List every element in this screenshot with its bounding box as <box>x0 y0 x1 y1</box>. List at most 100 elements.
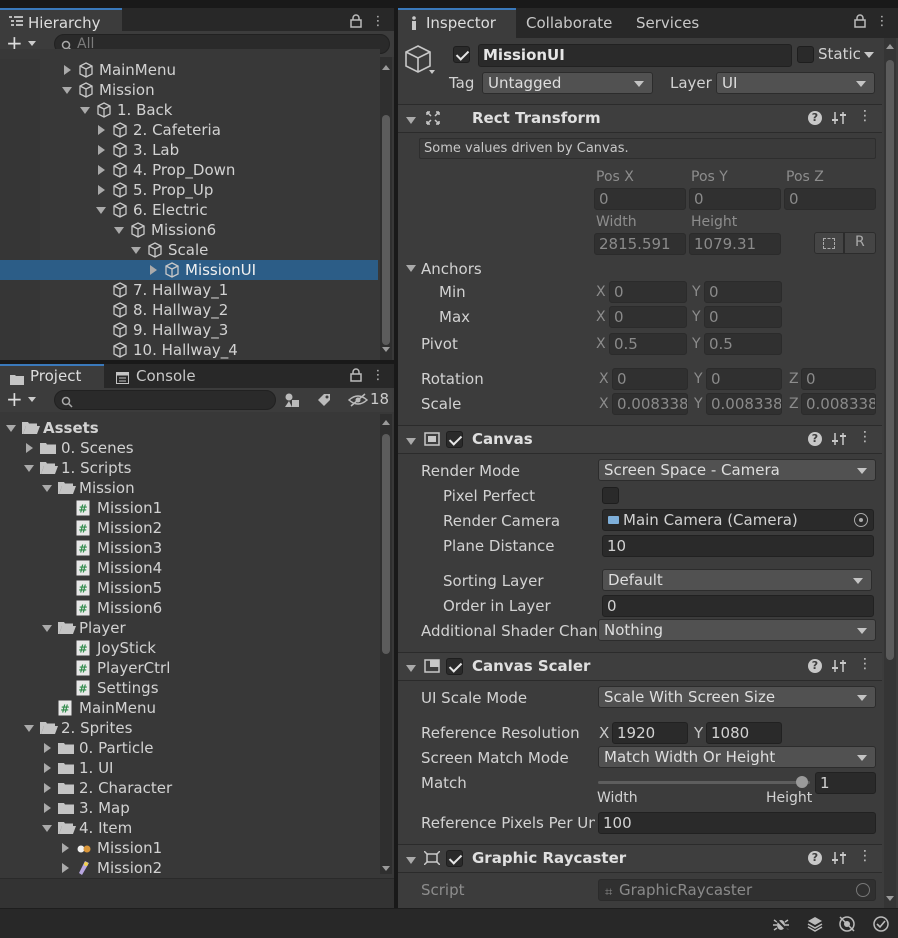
pixel-perfect-checkbox[interactable] <box>602 487 619 504</box>
collapse-arrow[interactable] <box>42 485 52 492</box>
match-slider-thumb[interactable] <box>796 776 808 788</box>
component-menu-icon[interactable]: ⋮ <box>858 108 872 124</box>
ref-res-x-field[interactable]: 1920 <box>612 722 688 744</box>
expand-arrow[interactable] <box>44 783 51 793</box>
collapse-arrow[interactable] <box>62 87 72 94</box>
project-item[interactable]: 1. UI <box>0 758 378 778</box>
expand-arrow[interactable] <box>98 125 105 135</box>
render-camera-field[interactable]: Main Camera (Camera) <box>602 509 874 531</box>
check-circle-icon[interactable] <box>872 915 890 937</box>
rot-x-field[interactable]: 0 <box>612 368 688 390</box>
width-field[interactable]: 2815.591 <box>594 233 686 255</box>
component-menu-icon[interactable]: ⋮ <box>858 848 872 864</box>
project-scrollbar[interactable] <box>380 414 392 874</box>
expand-arrow[interactable] <box>44 743 51 753</box>
raycaster-enabled-checkbox[interactable] <box>446 850 463 867</box>
graphic-raycaster-header[interactable]: Graphic Raycaster ? ⋮ <box>398 844 882 873</box>
help-icon[interactable]: ? <box>808 111 822 125</box>
sorting-layer-dropdown[interactable]: Default <box>602 569 872 591</box>
min-y-field[interactable]: 0 <box>704 281 782 303</box>
more-menu-icon[interactable]: ⋮ <box>370 368 386 384</box>
project-item[interactable]: Mission <box>0 478 378 498</box>
canvas-enabled-checkbox[interactable] <box>446 431 463 448</box>
pivot-x-field[interactable]: 0.5 <box>609 333 687 355</box>
hierarchy-item[interactable]: 10. Hallway_4 <box>0 340 378 360</box>
lock-icon[interactable] <box>348 368 364 384</box>
project-item[interactable]: # PlayerCtrl <box>0 658 378 678</box>
collapse-arrow[interactable] <box>24 725 34 732</box>
hierarchy-item[interactable]: MissionUI <box>0 260 378 280</box>
project-item[interactable]: Mission2 <box>0 858 378 878</box>
object-picker-icon[interactable] <box>856 883 870 897</box>
ref-res-y-field[interactable]: 1080 <box>706 722 782 744</box>
search-by-type-icon[interactable] <box>284 392 300 412</box>
hierarchy-scroll-thumb[interactable] <box>382 115 390 345</box>
help-icon[interactable]: ? <box>808 659 822 673</box>
help-icon[interactable]: ? <box>808 432 822 446</box>
hidden-packages-icon[interactable]: 18 <box>348 390 392 410</box>
hierarchy-item[interactable]: 3. Lab <box>0 140 378 160</box>
blueprint-mode-button[interactable] <box>814 232 844 254</box>
canvas-header[interactable]: Canvas ? ⋮ <box>398 425 882 454</box>
shader-channels-dropdown[interactable]: Nothing <box>598 619 876 641</box>
inspector-scroll-thumb[interactable] <box>886 60 894 660</box>
collapse-arrow[interactable] <box>114 227 124 234</box>
object-name-field[interactable]: MissionUI <box>478 44 792 67</box>
expand-arrow[interactable] <box>62 843 69 853</box>
create-asset-button[interactable]: + <box>6 389 40 409</box>
network-off-icon[interactable] <box>838 915 856 937</box>
hierarchy-item[interactable]: 6. Electric <box>0 200 378 220</box>
hierarchy-scrollbar[interactable] <box>380 57 392 360</box>
lock-icon[interactable] <box>852 14 868 30</box>
ui-scale-mode-dropdown[interactable]: Scale With Screen Size <box>598 686 876 708</box>
scroll-up-arrow[interactable] <box>382 420 390 425</box>
project-item[interactable]: 2. Character <box>0 778 378 798</box>
static-label[interactable]: Static <box>818 44 861 64</box>
project-item[interactable]: 2. Sprites <box>0 718 378 738</box>
hierarchy-item[interactable]: Scale <box>0 240 378 260</box>
preset-icon[interactable] <box>832 850 846 870</box>
hierarchy-item[interactable]: 9. Hallway_3 <box>0 320 378 340</box>
project-item[interactable]: # Mission6 <box>0 598 378 618</box>
component-menu-icon[interactable]: ⋮ <box>858 656 872 672</box>
render-mode-dropdown[interactable]: Screen Space - Camera <box>598 459 876 481</box>
project-item[interactable]: Player <box>0 618 378 638</box>
collapse-arrow[interactable] <box>406 438 416 445</box>
anchors-fold-arrow[interactable] <box>406 265 416 272</box>
project-item[interactable]: 4. Item <box>0 818 378 838</box>
plane-distance-field[interactable]: 10 <box>602 535 874 557</box>
hierarchy-item[interactable]: 4. Prop_Down <box>0 160 378 180</box>
screen-match-mode-dropdown[interactable]: Match Width Or Height <box>598 746 876 768</box>
tag-dropdown[interactable]: Untagged <box>482 72 653 94</box>
collapse-arrow[interactable] <box>42 825 52 832</box>
static-checkbox[interactable] <box>797 46 814 63</box>
collapse-arrow[interactable] <box>406 117 416 124</box>
match-value-field[interactable]: 1 <box>815 772 876 794</box>
scroll-up-arrow[interactable] <box>886 44 894 49</box>
expand-arrow[interactable] <box>98 145 105 155</box>
more-menu-icon[interactable]: ⋮ <box>370 14 386 30</box>
project-item[interactable]: 0. Particle <box>0 738 378 758</box>
collapse-arrow[interactable] <box>406 665 416 672</box>
project-item[interactable]: 1. Scripts <box>0 458 378 478</box>
hierarchy-item[interactable]: 8. Hallway_2 <box>0 300 378 320</box>
max-x-field[interactable]: 0 <box>609 306 687 328</box>
hierarchy-item[interactable]: Mission <box>0 80 378 100</box>
collapse-arrow[interactable] <box>406 857 416 864</box>
project-scroll-thumb[interactable] <box>382 434 390 654</box>
project-item[interactable]: 0. Scenes <box>0 438 378 458</box>
debug-bug-icon[interactable] <box>772 915 790 937</box>
raw-edit-button[interactable]: R <box>844 232 876 254</box>
expand-arrow[interactable] <box>150 265 157 275</box>
anchors-label[interactable]: Anchors <box>421 259 482 279</box>
preset-icon[interactable] <box>832 431 846 451</box>
more-menu-icon[interactable]: ⋮ <box>874 14 890 30</box>
expand-arrow[interactable] <box>44 803 51 813</box>
project-item[interactable]: # JoyStick <box>0 638 378 658</box>
project-item[interactable]: Assets <box>0 418 378 438</box>
project-item[interactable]: # MainMenu <box>0 698 378 718</box>
inspector-scrollbar[interactable] <box>884 38 896 908</box>
reference-ppu-field[interactable]: 100 <box>598 812 876 834</box>
scale-x-field[interactable]: 0.008338 <box>612 393 688 415</box>
hierarchy-item[interactable]: 1. Back <box>0 100 378 120</box>
